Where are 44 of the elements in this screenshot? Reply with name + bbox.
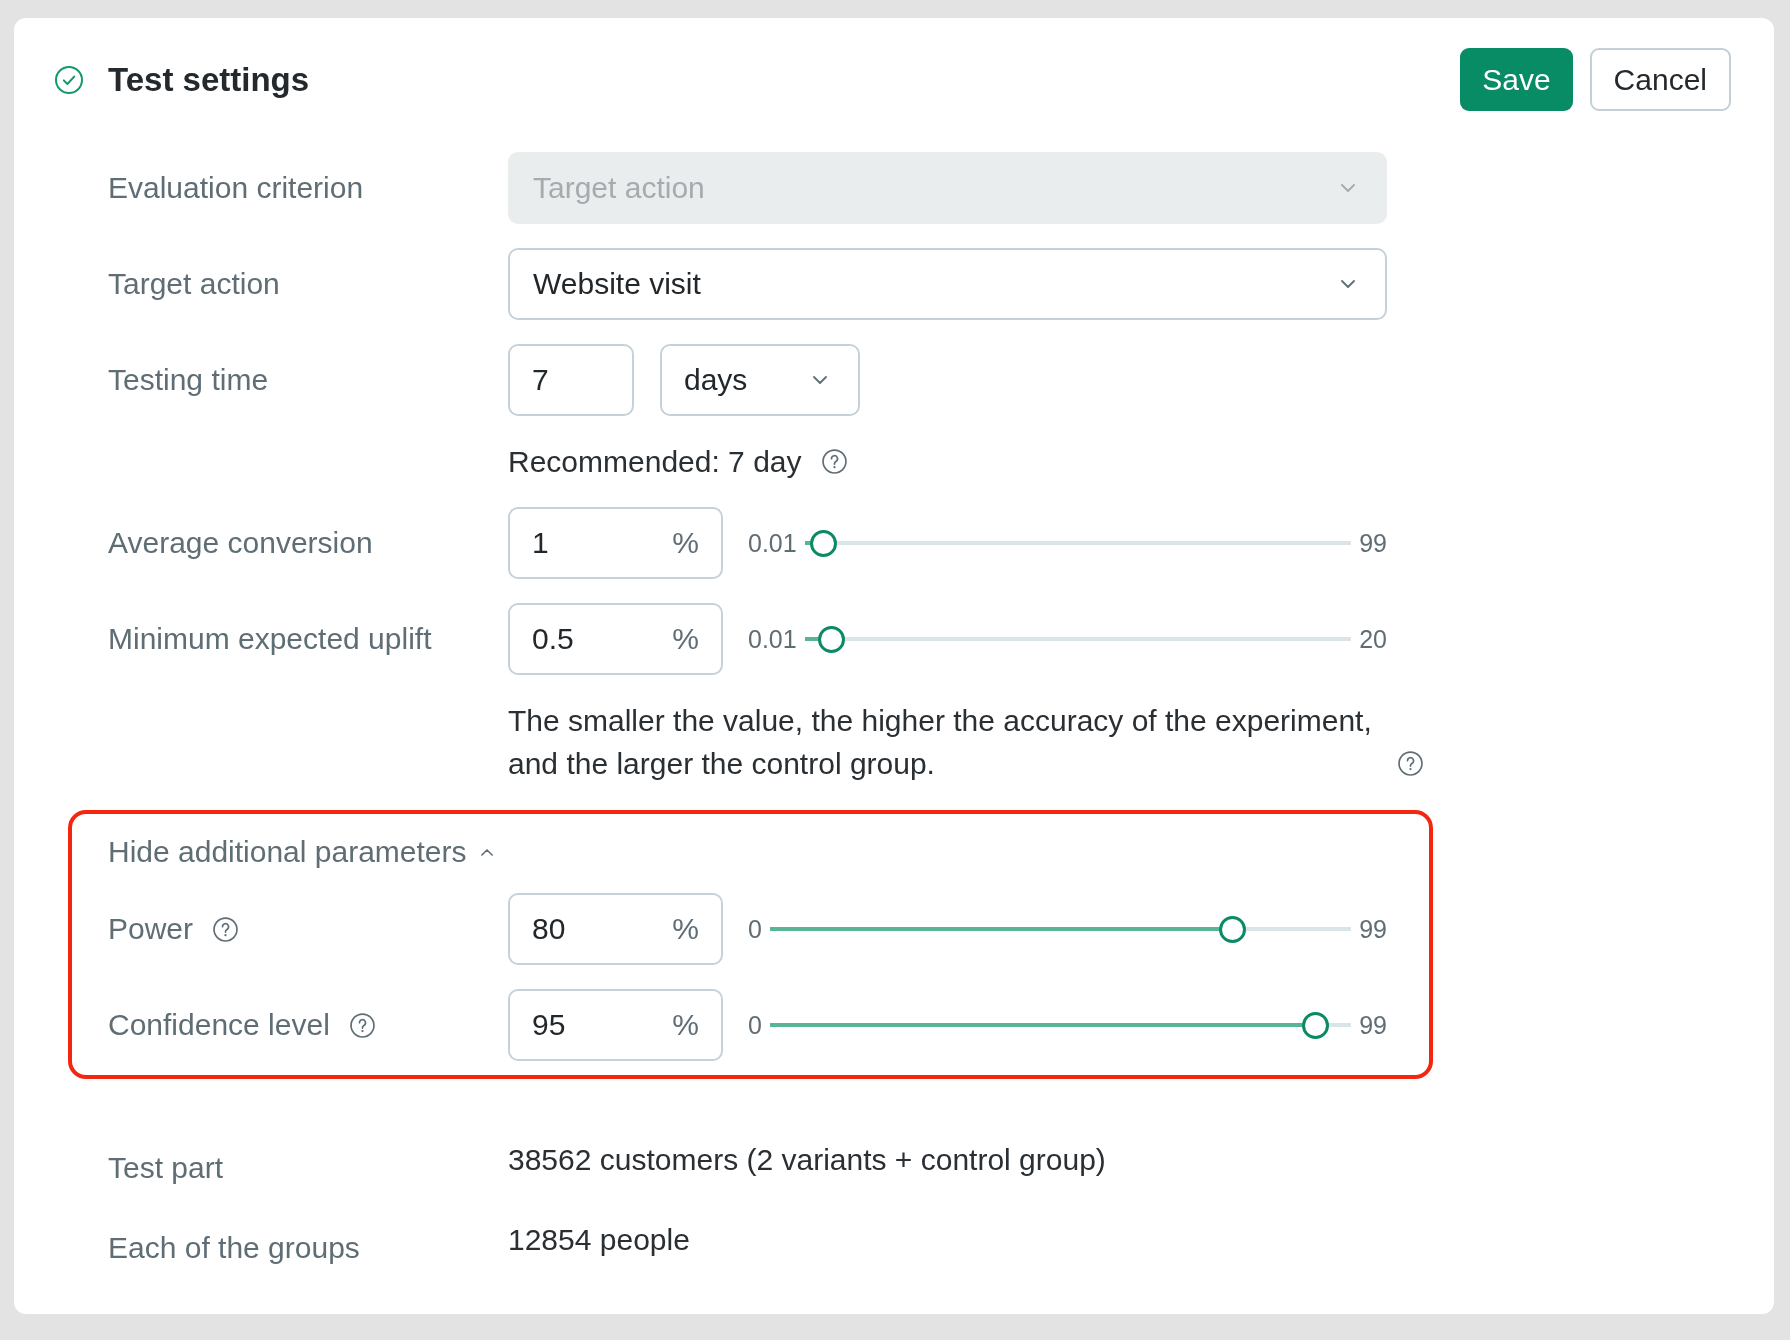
slider-min-label: 0.01 <box>748 528 797 558</box>
help-icon[interactable] <box>821 449 847 474</box>
percent-input[interactable]: 1 % <box>508 507 723 579</box>
toggle-link[interactable]: Hide additional parameters <box>108 835 493 869</box>
page-title: Test settings <box>108 60 310 99</box>
field-label: Evaluation criterion <box>108 170 364 206</box>
slider-min-label: 0 <box>748 914 762 944</box>
chevron-down-icon <box>813 376 827 384</box>
field-label: Testing time <box>108 362 269 398</box>
hint-text: The smaller the value, the higher the accuracy of the experiment, and the larger the control group. <box>508 703 1373 782</box>
chevron-down-icon <box>1341 280 1355 288</box>
slider-max-label: 99 <box>1359 914 1387 944</box>
slider-max-label: 20 <box>1359 624 1387 654</box>
slider-thumb[interactable] <box>809 529 837 557</box>
field-label: Target action <box>108 266 280 302</box>
summary-label: Each of the groups <box>108 1230 360 1265</box>
slider-thumb[interactable] <box>1302 1011 1329 1039</box>
summary-label: Test part <box>108 1150 224 1185</box>
help-icon[interactable] <box>349 1012 375 1038</box>
save-button[interactable]: Save <box>1460 48 1573 111</box>
check-circle-icon <box>55 65 83 94</box>
cancel-button[interactable]: Cancel <box>1589 48 1731 111</box>
slider-min-label: 0.01 <box>748 624 797 654</box>
percent-input[interactable]: 95 % <box>508 989 723 1061</box>
slider-thumb[interactable] <box>817 625 845 653</box>
help-icon[interactable] <box>1398 751 1423 776</box>
summary-value: 12854 people <box>508 1223 690 1257</box>
slider-min-label: 0 <box>748 1010 762 1040</box>
slider-max-label: 99 <box>1359 1010 1387 1040</box>
slider-max-label: 99 <box>1359 528 1387 558</box>
number-input[interactable]: 7 <box>508 344 634 416</box>
field-label: Power <box>108 911 194 947</box>
percent-input[interactable]: 80 % <box>508 893 723 965</box>
dropdown[interactable]: Website visit <box>508 248 1387 320</box>
chevron-down-icon <box>1341 184 1355 192</box>
help-icon[interactable] <box>213 916 239 942</box>
field-label: Confidence level <box>108 1007 330 1043</box>
slider-thumb[interactable] <box>1218 915 1246 943</box>
field-label: Average conversion <box>108 525 373 561</box>
hint-text: Recommended: 7 day <box>508 444 802 480</box>
percent-input[interactable]: 0.5 % <box>508 603 723 675</box>
field-label: Minimum expected uplift <box>108 621 432 657</box>
summary-value: 38562 customers (2 variants + control group) <box>508 1143 1106 1177</box>
dropdown[interactable]: days <box>660 344 860 416</box>
